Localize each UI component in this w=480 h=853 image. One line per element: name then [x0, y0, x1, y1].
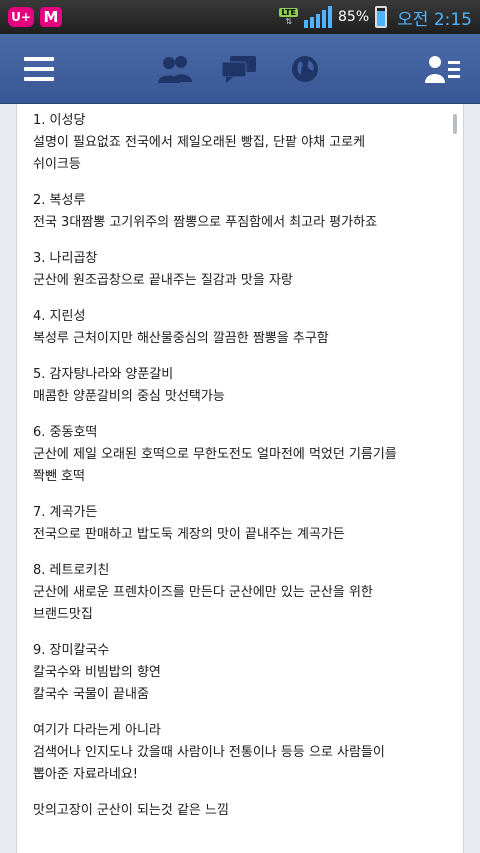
- friends-list-button[interactable]: [418, 44, 468, 94]
- post-line: 매콤한 양푼갈비의 중심 맛선택가능: [33, 389, 225, 404]
- post-line: 브랜드맛집: [33, 607, 93, 622]
- globe-icon: [292, 56, 318, 82]
- scrollbar[interactable]: [453, 114, 457, 134]
- post-text: 1. 이성당설명이 필요없죠 전국에서 제일오래된 빵집, 단팥 야채 고로케쉬…: [33, 110, 453, 836]
- post-line: 3. 나리곱창: [33, 251, 98, 266]
- post-paragraph: 맛의고장이 군산이 되는것 같은 느낌: [33, 800, 453, 822]
- post-content: 1. 이성당설명이 필요없죠 전국에서 제일오래된 빵집, 단팥 야채 고로케쉬…: [16, 104, 464, 853]
- battery-icon: [375, 6, 388, 28]
- post-line: 설명이 필요없죠 전국에서 제일오래된 빵집, 단팥 야채 고로케: [33, 135, 366, 150]
- menu-button[interactable]: [14, 44, 64, 94]
- post-line: 8. 레트로키친: [33, 563, 110, 578]
- post-line: 칼국수 국물이 끝내줌: [33, 687, 149, 702]
- post-paragraph: 1. 이성당설명이 필요없죠 전국에서 제일오래된 빵집, 단팥 야채 고로케쉬…: [33, 110, 453, 176]
- messages-icon: [221, 56, 256, 83]
- post-line: 쫙뺀 호떡: [33, 469, 85, 484]
- battery-percent: 85%: [338, 9, 370, 25]
- post-paragraph: 3. 나리곱창군산에 원조곱창으로 끝내주는 질감과 맛을 자랑: [33, 248, 453, 292]
- post-line: 6. 중동호떡: [33, 425, 98, 440]
- app-badge: M: [40, 7, 62, 27]
- notifications-button[interactable]: [280, 44, 330, 94]
- post-line: 5. 감자탕나라와 양푼갈비: [33, 367, 174, 382]
- status-bar: U+ M LTE ⇅ 85% 오전 2:15: [0, 0, 480, 34]
- post-line: 맛의고장이 군산이 되는것 같은 느낌: [33, 803, 229, 818]
- profile-list-icon: [425, 56, 460, 83]
- post-paragraph: 2. 복성루전국 3대짬뽕 고기위주의 짬뽕으로 푸짐함에서 최고라 평가하죠: [33, 190, 453, 234]
- post-line: 여기가 다라는게 아니라: [33, 723, 161, 738]
- network-label: LTE: [279, 8, 299, 17]
- post-line: 검색어나 인지도나 갔을때 사람이나 전통이나 등등 으로 사람들이: [33, 745, 385, 760]
- post-line: 군산에 원조곱창으로 끝내주는 질감과 맛을 자랑: [33, 273, 293, 288]
- post-line: 7. 계곡가든: [33, 505, 98, 520]
- friends-icon: [158, 56, 192, 83]
- post-line: 전국으로 판매하고 밥도둑 게장의 맛이 끝내주는 계곡가든: [33, 527, 345, 542]
- post-line: 뽑아준 자료라네요!: [33, 767, 139, 782]
- post-line: 군산에 제일 오래된 호떡으로 무한도전도 얼마전에 먹었던 기름기를: [33, 447, 397, 462]
- post-line: 군산에 새로운 프렌차이즈를 만든다 군산에만 있는 군산을 위한: [33, 585, 373, 600]
- post-line: 2. 복성루: [33, 193, 86, 208]
- clock: 오전 2:15: [397, 9, 472, 30]
- messages-button[interactable]: [214, 44, 264, 94]
- post-line: 쉬이크등: [33, 157, 81, 172]
- post-paragraph: 6. 중동호떡군산에 제일 오래된 호떡으로 무한도전도 얼마전에 먹었던 기름…: [33, 422, 453, 488]
- post-paragraph: 8. 레트로키친군산에 새로운 프렌차이즈를 만든다 군산에만 있는 군산을 위…: [33, 560, 453, 626]
- app-bar: [0, 34, 480, 104]
- post-line: 칼국수와 비빔밥의 향연: [33, 665, 161, 680]
- menu-icon: [24, 57, 54, 81]
- post-line: 1. 이성당: [33, 113, 86, 128]
- lte-indicator: LTE ⇅: [279, 8, 299, 26]
- post-line: 복성루 근처이지만 해산물중심의 깔끔한 짬뽕을 추구함: [33, 331, 329, 346]
- post-paragraph: 5. 감자탕나라와 양푼갈비매콤한 양푼갈비의 중심 맛선택가능: [33, 364, 453, 408]
- data-arrows-icon: ⇅: [285, 17, 293, 26]
- post-paragraph: 7. 계곡가든전국으로 판매하고 밥도둑 게장의 맛이 끝내주는 계곡가든: [33, 502, 453, 546]
- friend-requests-button[interactable]: [150, 44, 200, 94]
- post-line: 9. 장미칼국수: [33, 643, 110, 658]
- signal-icon: [304, 6, 333, 28]
- post-paragraph: 여기가 다라는게 아니라검색어나 인지도나 갔을때 사람이나 전통이나 등등 으…: [33, 720, 453, 786]
- post-line: 4. 지린성: [33, 309, 86, 324]
- post-paragraph: 9. 장미칼국수칼국수와 비빔밥의 향연칼국수 국물이 끝내줌: [33, 640, 453, 706]
- post-paragraph: 4. 지린성복성루 근처이지만 해산물중심의 깔끔한 짬뽕을 추구함: [33, 306, 453, 350]
- post-line: 전국 3대짬뽕 고기위주의 짬뽕으로 푸짐함에서 최고라 평가하죠: [33, 215, 378, 230]
- carrier-badge: U+: [8, 7, 34, 27]
